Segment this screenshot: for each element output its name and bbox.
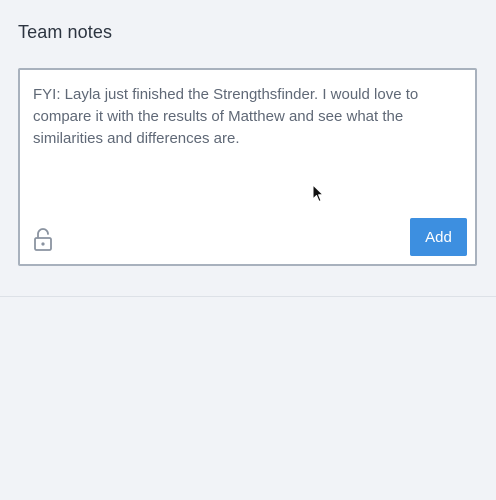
team-notes-panel: Team notes FYI: Layla just finished the … xyxy=(0,0,496,500)
divider xyxy=(0,296,496,297)
note-textarea[interactable]: FYI: Layla just finished the Strengthsfi… xyxy=(33,84,461,150)
mouse-pointer-icon xyxy=(312,184,324,202)
add-button[interactable]: Add xyxy=(410,218,467,256)
section-title: Team notes xyxy=(18,22,113,42)
unlocked-padlock-icon[interactable] xyxy=(33,227,53,251)
note-editor[interactable]: FYI: Layla just finished the Strengthsfi… xyxy=(18,68,477,266)
